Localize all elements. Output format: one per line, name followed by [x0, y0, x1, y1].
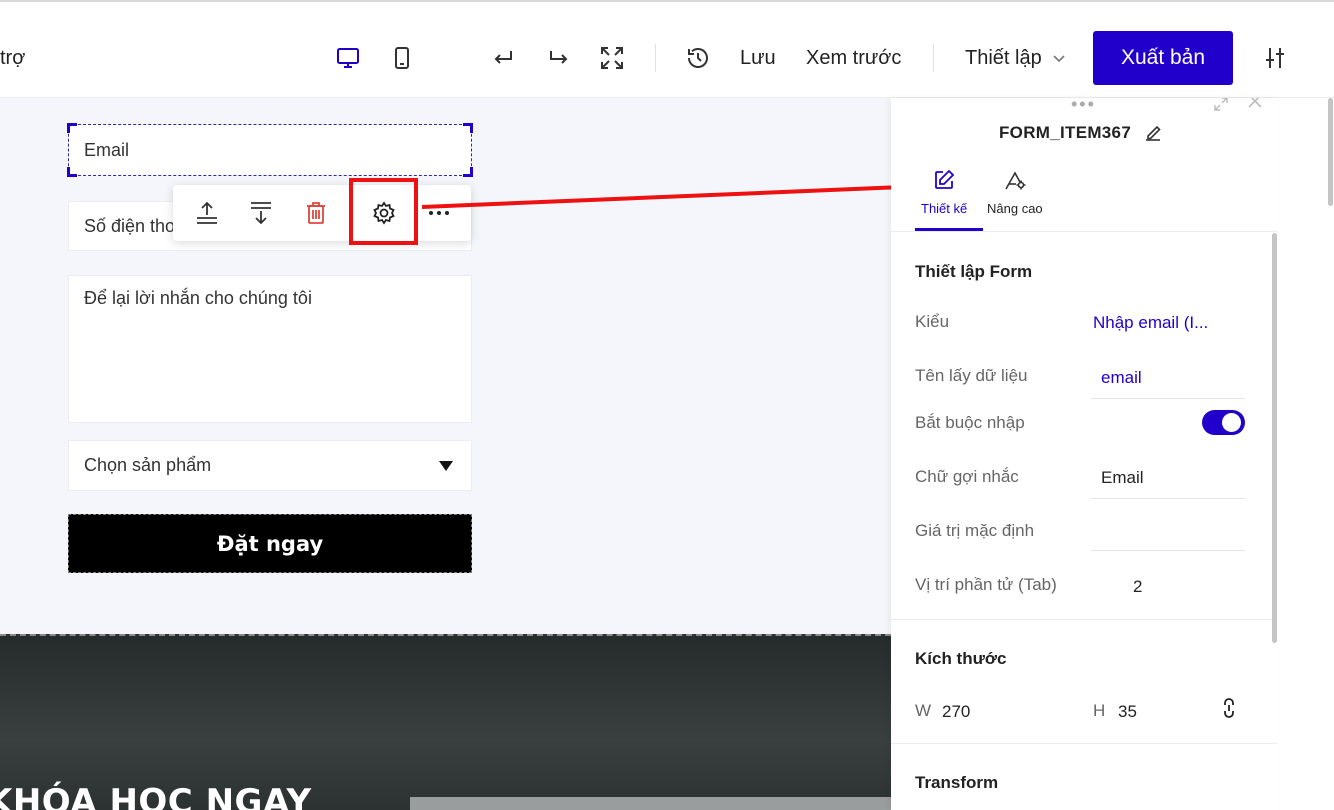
hero-section: KHÓA HỌC NGAY [0, 634, 891, 810]
move-down-icon[interactable] [247, 199, 275, 227]
tab-design[interactable]: Thiết kế [921, 168, 967, 216]
history-icon[interactable] [685, 45, 711, 71]
tab-index-label: Vị trí phần tử (Tab) [915, 575, 1057, 594]
data-name-label: Tên lấy dữ liệu [915, 366, 1028, 385]
email-field[interactable]: Email [67, 123, 473, 177]
selection-handle[interactable] [463, 123, 473, 133]
publish-button[interactable]: Xuất bản [1093, 31, 1233, 85]
data-name-input[interactable]: email [1091, 368, 1245, 399]
close-icon[interactable] [1247, 98, 1263, 114]
product-select-value: Chọn sản phẩm [84, 455, 212, 475]
collapse-icon[interactable] [1213, 98, 1229, 117]
message-placeholder: Để lại lời nhắn cho chúng tôi [84, 288, 312, 308]
product-select[interactable]: Chọn sản phẩm [68, 440, 472, 491]
message-field[interactable]: Để lại lời nhắn cho chúng tôi [68, 275, 472, 423]
settings-panel: ••• FORM_ITEM367 Thiết kế Nâng cao Thiết… [891, 98, 1277, 810]
size-title: Kích thước [915, 649, 1007, 668]
tab-advanced[interactable]: Nâng cao [987, 168, 1043, 216]
default-value-label: Giá trị mặc định [915, 521, 1035, 540]
link-ratio-icon[interactable] [1219, 696, 1239, 725]
width-label: W [915, 701, 932, 720]
element-toolbar [173, 185, 471, 241]
divider [891, 231, 1277, 232]
type-select[interactable]: Nhập email (I... [1093, 313, 1208, 333]
move-up-icon[interactable] [193, 199, 221, 227]
chevron-down-icon[interactable] [1052, 51, 1066, 65]
tab-design-label: Thiết kế [921, 201, 968, 216]
hint-label: Chữ gợi nhắc [915, 467, 1019, 486]
divider [891, 743, 1277, 744]
edit-pen-icon[interactable] [1143, 123, 1163, 148]
drag-handle[interactable]: ••• [1071, 98, 1096, 115]
sliders-icon[interactable] [1262, 45, 1288, 71]
width-input[interactable]: 270 [942, 702, 970, 722]
toolbar-divider [655, 44, 656, 72]
transform-title: Transform [915, 773, 999, 792]
required-toggle[interactable] [1202, 410, 1245, 435]
support-menu[interactable]: trợ [0, 46, 25, 70]
selection-handle[interactable] [463, 167, 473, 177]
preview-button[interactable]: Xem trước [806, 46, 901, 70]
page-scroll-track [1277, 98, 1334, 810]
toolbar-divider [933, 44, 934, 72]
height-input[interactable]: 35 [1118, 702, 1137, 722]
undo-icon[interactable] [491, 45, 517, 71]
design-tab-icon [935, 169, 955, 189]
divider [891, 619, 1277, 620]
fullscreen-icon[interactable] [599, 45, 625, 71]
section-image [410, 797, 891, 810]
hint-input[interactable]: Email [1091, 468, 1245, 499]
submit-button[interactable]: Đặt ngay [68, 514, 472, 573]
top-toolbar: trợ Lưu Xem trước Thiết lập Xuất bản [0, 0, 1334, 98]
height-label: H [1093, 701, 1106, 720]
trash-icon[interactable] [302, 199, 330, 227]
redo-icon[interactable] [545, 45, 571, 71]
default-value-input[interactable] [1091, 522, 1245, 551]
more-icon[interactable] [425, 199, 453, 227]
section-heading: KHÓA HỌC NGAY [0, 782, 312, 810]
panel-title: FORM_ITEM367 [999, 123, 1132, 142]
dropdown-arrow-icon [439, 455, 453, 476]
annotation-highlight [349, 178, 418, 245]
form-settings-title: Thiết lập Form [915, 262, 1033, 281]
selection-handle[interactable] [67, 123, 77, 133]
tab-index-input[interactable]: 2 [1133, 577, 1142, 597]
advanced-tab-icon [1005, 171, 1026, 190]
selection-handle[interactable] [67, 167, 77, 177]
tab-advanced-label: Nâng cao [987, 201, 1043, 216]
desktop-icon[interactable] [335, 45, 361, 71]
required-label: Bắt buộc nhập [915, 413, 1025, 432]
email-placeholder: Email [84, 139, 130, 160]
phone-placeholder: Số điện tho [84, 215, 176, 236]
page-scrollbar[interactable] [1328, 98, 1333, 206]
mobile-icon[interactable] [389, 45, 415, 71]
settings-menu[interactable]: Thiết lập [965, 46, 1042, 70]
panel-scrollbar[interactable] [1272, 233, 1277, 643]
type-label: Kiểu [915, 312, 950, 331]
save-button[interactable]: Lưu [740, 46, 776, 70]
